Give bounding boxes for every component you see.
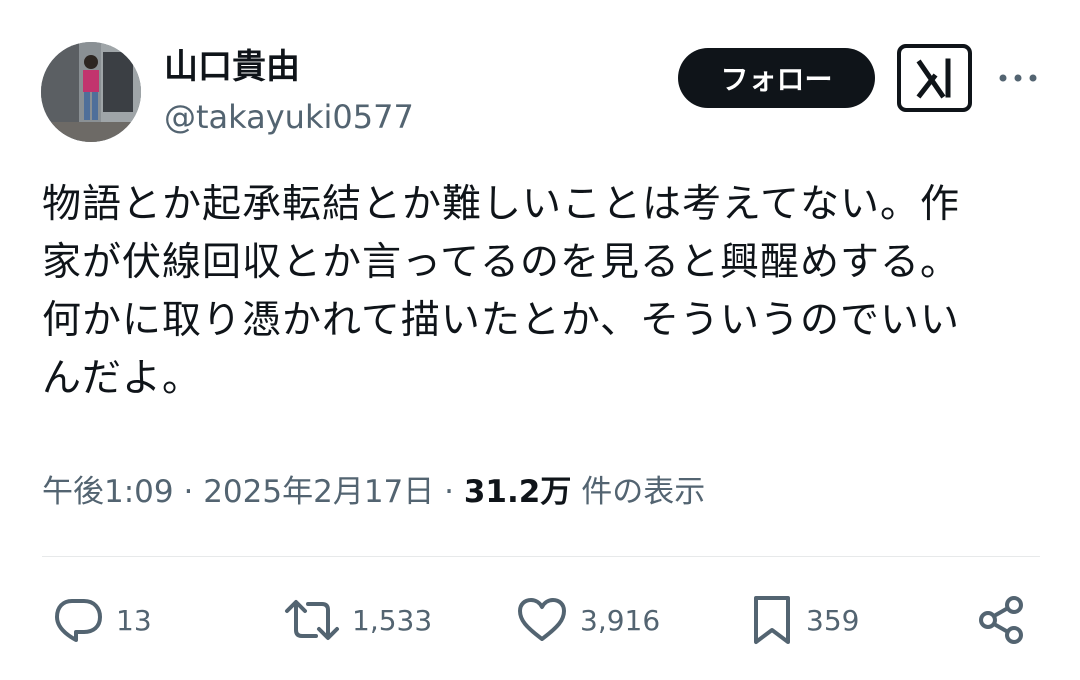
author-display-name[interactable]: 山口貴由 <box>164 46 300 88</box>
bookmark-button[interactable]: 359 <box>750 590 859 650</box>
bookmark-count: 359 <box>806 603 860 637</box>
heart-icon <box>518 598 566 641</box>
share-icon <box>979 596 1023 644</box>
tweet-date[interactable]: 2025年2月17日 <box>203 474 434 510</box>
repost-button[interactable]: 1,533 <box>284 590 432 650</box>
views-count[interactable]: 31.2万 <box>464 474 572 510</box>
tweet-line: んだよ。 <box>42 356 203 401</box>
tweet-line: 物語とか起承転結とか難しいことは考えてない。作 <box>42 182 961 227</box>
like-count: 3,916 <box>580 603 661 637</box>
views-label: 件の表示 <box>581 474 706 510</box>
repost-count: 1,533 <box>352 603 433 637</box>
avatar-image <box>41 42 141 142</box>
meta-separator: · <box>183 474 194 510</box>
reply-count: 13 <box>116 603 152 637</box>
meta-separator: · <box>444 474 454 510</box>
bookmark-icon <box>754 596 790 644</box>
tweet-line: 何かに取り憑かれて描いたとか、そういうのでいい <box>42 298 961 343</box>
grok-button[interactable] <box>897 44 972 112</box>
reply-icon <box>55 599 102 642</box>
divider <box>42 556 1040 557</box>
repost-icon <box>285 600 339 640</box>
tweet-time[interactable]: 午後1:09 <box>42 474 174 510</box>
grok-icon <box>915 58 950 99</box>
tweet-text: 物語とか起承転結とか難しいことは考えてない。作 家が伏線回収とか言ってるのを見る… <box>42 176 1042 408</box>
like-button[interactable]: 3,916 <box>516 590 660 650</box>
reply-button[interactable]: 13 <box>52 590 152 650</box>
more-options-button[interactable] <box>996 58 1040 98</box>
tweet-line: 家が伏線回収とか言ってるのを見ると興醒めする。 <box>42 240 961 285</box>
tweet-meta: 午後1:09 · 2025年2月17日 · 31.2万 件の表示 <box>42 470 705 514</box>
share-button[interactable] <box>976 590 1028 650</box>
follow-button[interactable]: フォロー <box>678 48 875 108</box>
avatar[interactable] <box>41 42 141 142</box>
author-handle[interactable]: @takayuki0577 <box>164 97 414 137</box>
more-icon <box>999 74 1037 82</box>
